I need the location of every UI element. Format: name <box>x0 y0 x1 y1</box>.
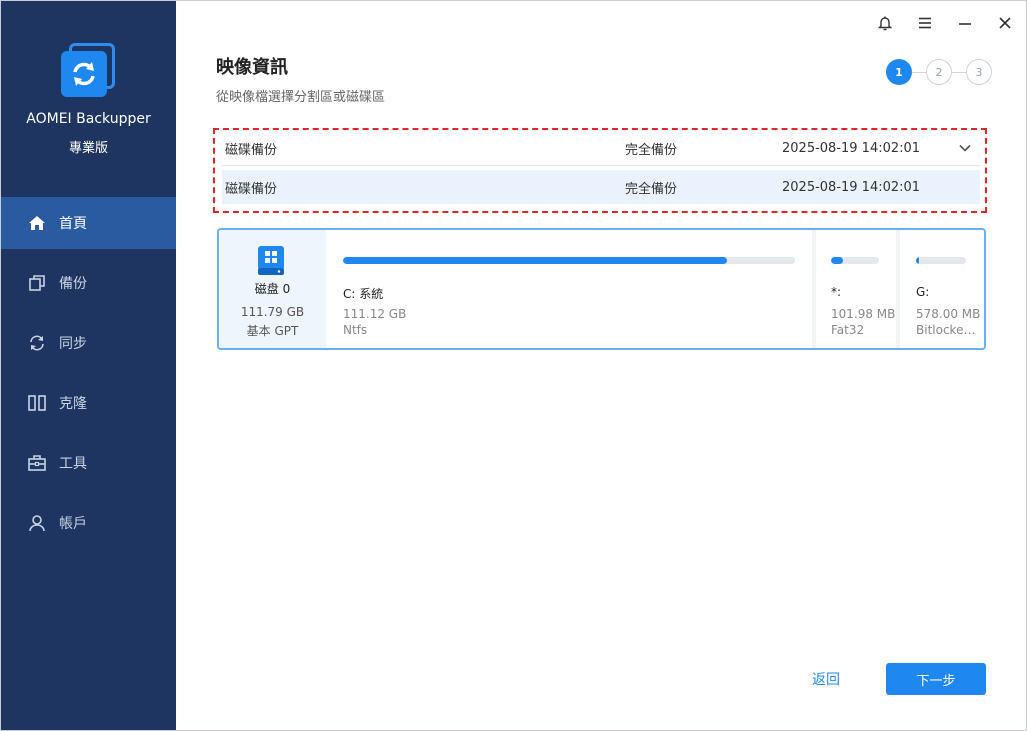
disk-size: 111.79 GB <box>240 305 305 319</box>
sidebar-item-backup[interactable]: 備份 <box>1 257 176 309</box>
sidebar-item-sync[interactable]: 同步 <box>1 317 176 369</box>
partition-size: 101.98 MB <box>831 307 896 321</box>
partition-label: *: <box>831 285 842 299</box>
home-icon <box>27 213 47 233</box>
partition-fs: Ntfs <box>343 323 368 337</box>
step-connector <box>912 71 926 73</box>
disk-type: 基本 GPT <box>246 324 299 338</box>
backup-select[interactable]: 磁碟備份 完全備份 2025-08-19 14:02:01 <box>222 132 980 166</box>
step-indicator: 1 2 3 <box>886 59 992 85</box>
step-2: 2 <box>926 59 952 85</box>
backup-name: 磁碟備份 <box>225 181 278 197</box>
app-name: AOMEI Backupper <box>26 111 151 127</box>
logo-front-square <box>61 51 107 97</box>
disk-name: 磁盘 0 <box>254 282 291 296</box>
backup-time: 2025-08-19 14:02:01 <box>782 141 921 156</box>
partition-label: C: 系統 <box>343 287 384 301</box>
chevron-down-icon[interactable] <box>958 141 972 155</box>
usage-bar <box>343 257 795 264</box>
partition-system-reserved[interactable]: *: 101.98 MB Fat32 <box>816 230 896 348</box>
tools-icon <box>27 453 47 473</box>
partition-g[interactable]: G: 578.00 MB Bitlocker ... <box>900 230 984 348</box>
partition-c[interactable]: C: 系統 111.12 GB Ntfs <box>326 230 812 348</box>
sidebar-item-label: 帳戶 <box>59 516 87 532</box>
sidebar-item-account[interactable]: 帳戶 <box>1 497 176 549</box>
sidebar-item-label: 首頁 <box>59 216 87 232</box>
usage-bar-fill <box>916 257 919 264</box>
backup-type: 完全備份 <box>625 143 678 158</box>
app-logo <box>59 41 119 101</box>
partition-fs: Fat32 <box>831 323 865 337</box>
partition-fs: Bitlocker ... <box>916 323 980 337</box>
disk-info: 磁盘 0 111.79 GB 基本 GPT <box>219 230 326 348</box>
backup-type: 完全備份 <box>625 181 678 197</box>
sidebar-item-tools[interactable]: 工具 <box>1 437 176 489</box>
usage-bar-fill <box>343 257 728 264</box>
backup-option[interactable]: 磁碟備份 完全備份 2025-08-19 14:02:01 <box>222 170 980 204</box>
usage-bar <box>916 257 966 264</box>
sidebar-nav: 首頁 備份 同步 克隆 工具 帳戶 <box>1 197 176 557</box>
minimize-icon[interactable] <box>955 13 975 33</box>
backup-time: 2025-08-19 14:02:01 <box>782 179 921 195</box>
menu-icon[interactable] <box>915 13 935 33</box>
sync-icon <box>27 333 47 353</box>
close-icon[interactable] <box>995 13 1015 33</box>
step-3: 3 <box>966 59 992 85</box>
clone-icon <box>27 393 47 413</box>
sidebar-item-label: 工具 <box>59 456 87 472</box>
backup-icon <box>27 273 47 293</box>
backup-name: 磁碟備份 <box>225 143 278 158</box>
next-button[interactable]: 下一步 <box>886 663 986 695</box>
partition-size: 578.00 MB <box>916 307 981 321</box>
sync-arrows-icon <box>73 62 95 86</box>
partition-label: G: <box>916 285 930 299</box>
sidebar-item-home[interactable]: 首頁 <box>1 197 176 249</box>
app-edition: 專業版 <box>68 141 108 156</box>
account-icon <box>27 513 47 533</box>
step-1: 1 <box>886 59 912 85</box>
usage-bar-fill <box>831 257 843 264</box>
sidebar-item-label: 同步 <box>59 336 87 352</box>
app-window: AOMEI Backupper 專業版 首頁 備份 同步 克隆 工具 帳戶 映像… <box>0 0 1027 731</box>
partition-size: 111.12 GB <box>343 307 407 321</box>
sidebar: AOMEI Backupper 專業版 首頁 備份 同步 克隆 工具 帳戶 <box>1 1 176 730</box>
disk-card[interactable]: 磁盘 0 111.79 GB 基本 GPT C: 系統 111.12 GB Nt… <box>217 228 986 350</box>
sidebar-item-label: 克隆 <box>59 396 87 412</box>
sidebar-item-clone[interactable]: 克隆 <box>1 377 176 429</box>
disk-icon <box>256 246 286 280</box>
back-button[interactable]: 返回 <box>797 663 855 695</box>
step-connector <box>952 71 966 73</box>
sidebar-item-label: 備份 <box>59 276 87 292</box>
page-subtitle: 從映像檔選擇分割區或磁碟區 <box>216 90 386 105</box>
page-title: 映像資訊 <box>216 57 288 78</box>
bell-icon[interactable] <box>875 13 895 33</box>
usage-bar <box>831 257 879 264</box>
